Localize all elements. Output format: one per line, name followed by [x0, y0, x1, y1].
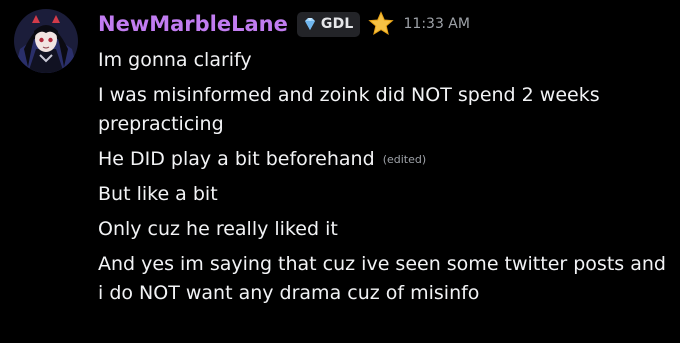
message-content: Im gonna clarify I was misinformed and z…	[98, 46, 673, 314]
message-line-text: Im gonna clarify	[98, 49, 252, 71]
message-line-text: I was misinformed and zoink did NOT spen…	[98, 84, 600, 135]
avatar[interactable]	[14, 9, 78, 73]
server-tag[interactable]: GDL	[296, 11, 360, 37]
message-line-text: He DID play a bit beforehand	[98, 148, 375, 170]
message-line: But like a bit	[98, 180, 673, 209]
message-line: And yes im saying that cuz ive seen some…	[98, 250, 673, 308]
message-line: I was misinformed and zoink did NOT spen…	[98, 81, 673, 139]
username[interactable]: NewMarbleLane	[98, 12, 288, 36]
message-line: Only cuz he really liked it	[98, 215, 673, 244]
message-line-text: Only cuz he really liked it	[98, 218, 338, 240]
message-line-text: But like a bit	[98, 183, 218, 205]
message-header: NewMarbleLane GDL 11:33 AM	[98, 6, 470, 42]
edited-indicator: (edited)	[382, 153, 427, 166]
server-tag-label: GDL	[320, 16, 354, 32]
message-line: Im gonna clarify	[98, 46, 673, 75]
gem-icon	[304, 18, 315, 30]
message-line: He DID play a bit beforehand (edited)	[98, 145, 673, 174]
avatar-anime-character-icon	[14, 9, 78, 73]
message-line-text: And yes im saying that cuz ive seen some…	[98, 253, 666, 304]
star-icon	[367, 11, 394, 35]
message-timestamp: 11:33 AM	[403, 16, 470, 32]
chat-message: NewMarbleLane GDL 11:33 AM Im gonna clar…	[0, 0, 680, 343]
